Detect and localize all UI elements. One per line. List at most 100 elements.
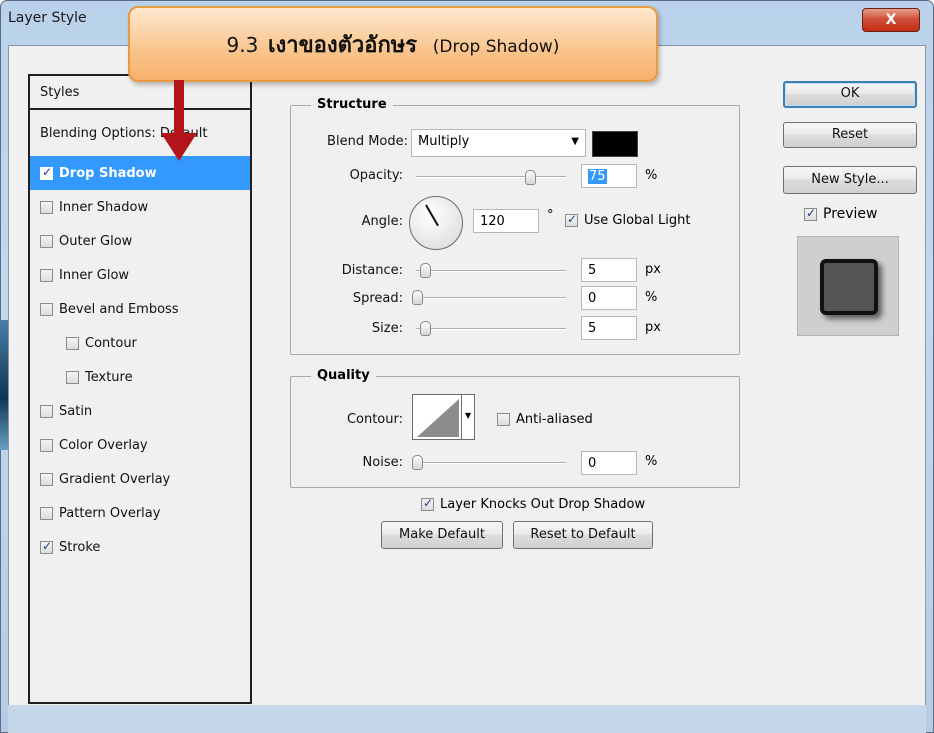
checkbox-icon[interactable]	[40, 234, 53, 248]
make-default-button[interactable]: Make Default	[381, 521, 503, 549]
preview-swatch	[820, 259, 878, 315]
style-item-stroke[interactable]: Stroke	[30, 530, 250, 564]
knockout-checkbox[interactable]: Layer Knocks Out Drop Shadow	[421, 496, 645, 512]
distance-slider-track[interactable]	[416, 270, 566, 272]
blend-color-swatch[interactable]	[592, 131, 638, 157]
desktop-strip	[0, 320, 8, 450]
distance-value: 5	[588, 263, 597, 278]
noise-slider-track[interactable]	[416, 462, 566, 464]
noise-input[interactable]: 0	[581, 451, 637, 475]
blend-mode-label: Blend Mode:	[327, 134, 408, 149]
checkbox-icon[interactable]	[40, 539, 53, 554]
checkbox-icon[interactable]	[40, 302, 53, 316]
contour-picker[interactable]	[412, 394, 462, 440]
spread-input[interactable]: 0	[581, 286, 637, 310]
style-item-color-overlay[interactable]: Color Overlay	[30, 428, 250, 462]
style-item-label: Bevel and Emboss	[59, 301, 179, 317]
window-bottom-bar	[8, 705, 926, 733]
anti-aliased-checkbox[interactable]: Anti-aliased	[497, 412, 593, 427]
global-light-label: Use Global Light	[584, 213, 691, 228]
window-title: Layer Style	[8, 10, 87, 26]
style-item-contour[interactable]: Contour	[30, 326, 250, 360]
chevron-down-icon: ▼	[465, 411, 472, 420]
spread-slider-track[interactable]	[416, 297, 566, 299]
size-slider-track[interactable]	[416, 328, 566, 330]
checkbox-icon[interactable]	[66, 370, 79, 384]
style-item-label: Outer Glow	[59, 233, 133, 249]
style-item-pattern-overlay[interactable]: Pattern Overlay	[30, 496, 250, 530]
noise-label: Noise:	[362, 455, 403, 470]
annotation-callout: 9.3 เงาของตัวอักษร (Drop Shadow)	[128, 6, 658, 82]
preview-checkbox[interactable]: Preview	[804, 206, 878, 222]
style-item-label: Gradient Overlay	[59, 471, 171, 487]
contour-curve-icon	[417, 399, 459, 437]
checkbox-icon[interactable]	[40, 268, 53, 282]
style-item-gradient-overlay[interactable]: Gradient Overlay	[30, 462, 250, 496]
style-item-bevel-and-emboss[interactable]: Bevel and Emboss	[30, 292, 250, 326]
angle-unit: °	[547, 208, 554, 223]
angle-value: 120	[480, 214, 505, 229]
spread-value: 0	[588, 291, 597, 306]
size-value: 5	[588, 321, 597, 336]
size-unit: px	[645, 320, 661, 335]
opacity-slider-track[interactable]	[416, 176, 566, 178]
opacity-input[interactable]: 75	[581, 164, 637, 188]
styles-header-label: Styles	[40, 84, 80, 100]
opacity-value: 75	[588, 169, 607, 184]
size-input[interactable]: 5	[581, 316, 637, 340]
style-item-inner-glow[interactable]: Inner Glow	[30, 258, 250, 292]
style-item-label: Drop Shadow	[59, 165, 157, 181]
checkbox-icon[interactable]	[40, 165, 53, 180]
style-item-label: Inner Shadow	[59, 199, 149, 215]
angle-label: Angle:	[361, 214, 403, 229]
angle-dial[interactable]	[409, 196, 463, 250]
chevron-down-icon: ▼	[571, 136, 579, 147]
distance-label: Distance:	[341, 263, 403, 278]
distance-slider-thumb[interactable]	[420, 263, 431, 278]
angle-input[interactable]: 120	[473, 209, 539, 233]
checkbox-icon[interactable]	[40, 404, 53, 418]
ok-button[interactable]: OK	[783, 81, 917, 108]
reset-to-default-button[interactable]: Reset to Default	[513, 521, 653, 549]
style-item-label: Contour	[85, 335, 137, 351]
noise-slider-thumb[interactable]	[412, 455, 423, 470]
size-slider-thumb[interactable]	[420, 321, 431, 336]
spread-unit: %	[645, 290, 658, 305]
checkbox-icon[interactable]	[40, 200, 53, 214]
global-light-checkbox[interactable]: Use Global Light	[565, 212, 691, 228]
structure-title: Structure	[311, 97, 393, 112]
opacity-slider-thumb[interactable]	[525, 170, 536, 185]
quality-group: Quality	[290, 368, 740, 488]
preview-check-icon	[804, 206, 817, 221]
style-item-inner-shadow[interactable]: Inner Shadow	[30, 190, 250, 224]
checkbox-icon[interactable]	[40, 506, 53, 520]
style-item-label: Color Overlay	[59, 437, 148, 453]
style-item-satin[interactable]: Satin	[30, 394, 250, 428]
annotation-arrow-shaft	[174, 80, 184, 136]
contour-dropdown[interactable]: ▼	[461, 394, 475, 440]
distance-input[interactable]: 5	[581, 258, 637, 282]
style-item-drop-shadow[interactable]: Drop Shadow	[30, 156, 250, 190]
opacity-unit: %	[645, 168, 658, 183]
checkbox-icon[interactable]	[40, 438, 53, 452]
reset-button[interactable]: Reset	[783, 122, 917, 148]
blend-mode-value: Multiply	[418, 134, 470, 149]
blending-options-item[interactable]: Blending Options: Default	[30, 116, 250, 150]
contour-label: Contour:	[346, 412, 403, 427]
close-button[interactable]: X	[862, 8, 920, 32]
checkbox-icon[interactable]	[40, 472, 53, 486]
callout-english-text: (Drop Shadow)	[432, 36, 560, 57]
style-item-label: Pattern Overlay	[59, 505, 161, 521]
style-item-label: Satin	[59, 403, 93, 419]
style-item-outer-glow[interactable]: Outer Glow	[30, 224, 250, 258]
angle-needle	[425, 204, 439, 227]
spread-slider-thumb[interactable]	[412, 290, 423, 305]
preview-label: Preview	[823, 206, 878, 222]
spread-label: Spread:	[352, 291, 403, 306]
new-style-button[interactable]: New Style...	[783, 166, 917, 194]
opacity-label: Opacity:	[349, 168, 403, 183]
style-item-texture[interactable]: Texture	[30, 360, 250, 394]
checkbox-icon[interactable]	[66, 336, 79, 350]
blend-mode-select[interactable]: Multiply ▼	[411, 129, 586, 157]
styles-list: Styles Blending Options: Default Drop Sh…	[28, 74, 252, 704]
